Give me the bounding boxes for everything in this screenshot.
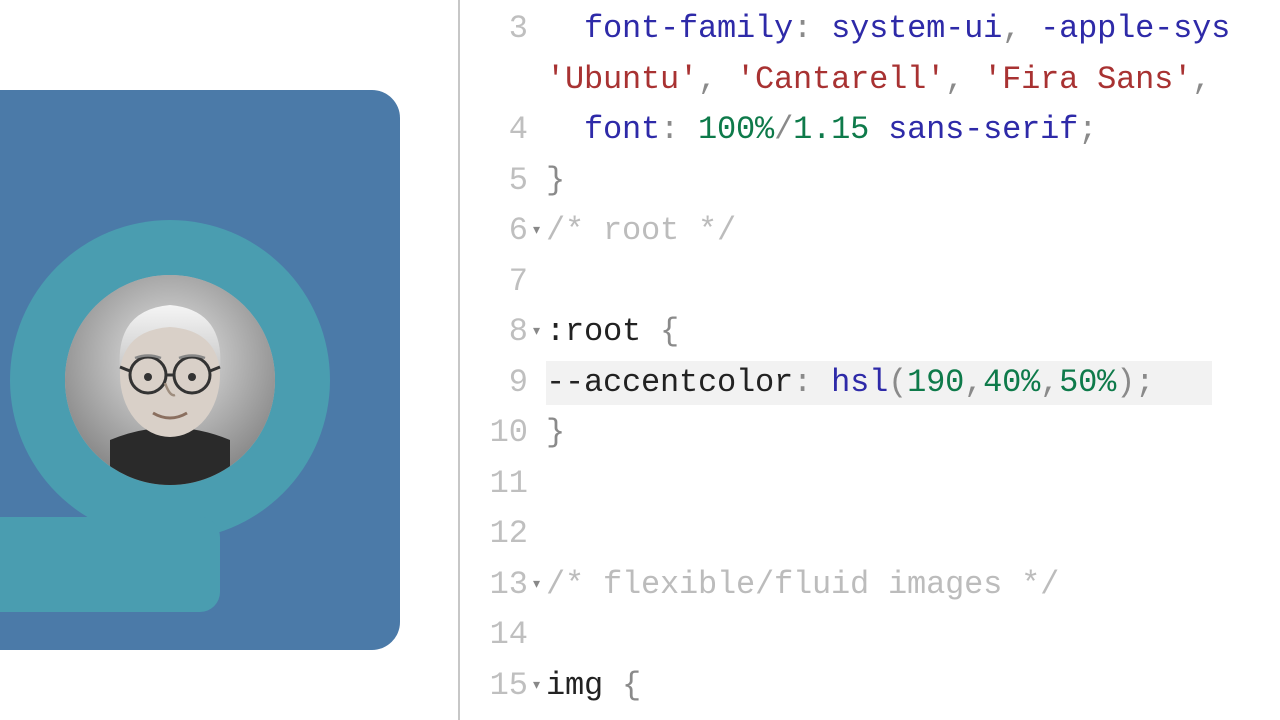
fold-arrow-icon[interactable]: ▾ [531,318,542,346]
code-line[interactable]: :root { [540,307,1280,358]
code-line[interactable]: width: auto; [540,711,1280,720]
preview-panel [0,0,460,720]
card-button[interactable] [0,517,220,612]
line-number: 10 [490,408,528,458]
line-gutter: 3 4 5 6▾ 7 8▾ 9 10 11 12 13▾ 14 15▾ 16 [460,0,540,720]
code-line[interactable] [540,257,1280,308]
code-content[interactable]: font-family: system-ui, -apple-sys 'Ubun… [540,0,1280,720]
line-number: 7 [509,257,528,307]
code-line[interactable]: font: 100%/1.15 sans-serif; [540,105,1280,156]
code-line[interactable]: /* root */ [540,206,1280,257]
line-number: 13 [490,560,528,610]
code-line[interactable] [540,610,1280,661]
avatar [65,275,275,485]
line-number: 12 [490,509,528,559]
line-number: 15 [490,661,528,711]
code-line[interactable] [540,459,1280,510]
code-line[interactable]: } [540,156,1280,207]
code-line[interactable]: font-family: system-ui, -apple-sys [540,4,1280,55]
line-number: 3 [509,4,528,54]
avatar-image [65,275,275,485]
avatar-ring [10,220,330,540]
fold-arrow-icon[interactable]: ▾ [531,571,542,599]
code-line[interactable]: /* flexible/fluid images */ [540,560,1280,611]
line-number: 16 [490,711,528,720]
line-number: 4 [509,105,528,155]
code-line[interactable]: img { [540,661,1280,712]
line-number: 5 [509,156,528,206]
line-number: 9 [509,358,528,408]
fold-arrow-icon[interactable]: ▾ [531,672,542,700]
line-number: 11 [490,459,528,509]
code-editor[interactable]: 3 4 5 6▾ 7 8▾ 9 10 11 12 13▾ 14 15▾ 16 f… [460,0,1280,720]
code-line[interactable]: } [540,408,1280,459]
code-line[interactable]: 'Ubuntu', 'Cantarell', 'Fira Sans', [540,55,1280,106]
fold-arrow-icon[interactable]: ▾ [531,217,542,245]
profile-card [0,90,400,650]
code-line-highlighted[interactable]: --accentcolor: hsl(190,40%,50%); [540,358,1280,409]
line-number: 14 [490,610,528,660]
code-line[interactable] [540,509,1280,560]
line-number: 6 [509,206,528,256]
line-number: 8 [509,307,528,357]
